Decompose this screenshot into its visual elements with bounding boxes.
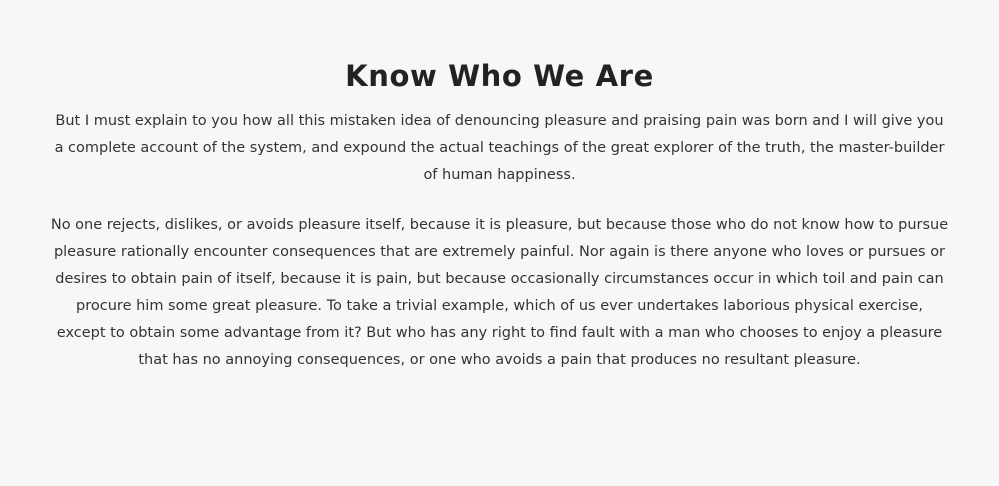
body-paragraph: No one rejects, dislikes, or avoids plea… (50, 217, 949, 368)
section-title: Know Who We Are (345, 59, 654, 93)
section-content: But I must explain to you how all this m… (50, 108, 950, 374)
about-section: Know Who We Are But I must explain to yo… (0, 0, 999, 486)
intro-paragraph: But I must explain to you how all this m… (54, 113, 945, 183)
